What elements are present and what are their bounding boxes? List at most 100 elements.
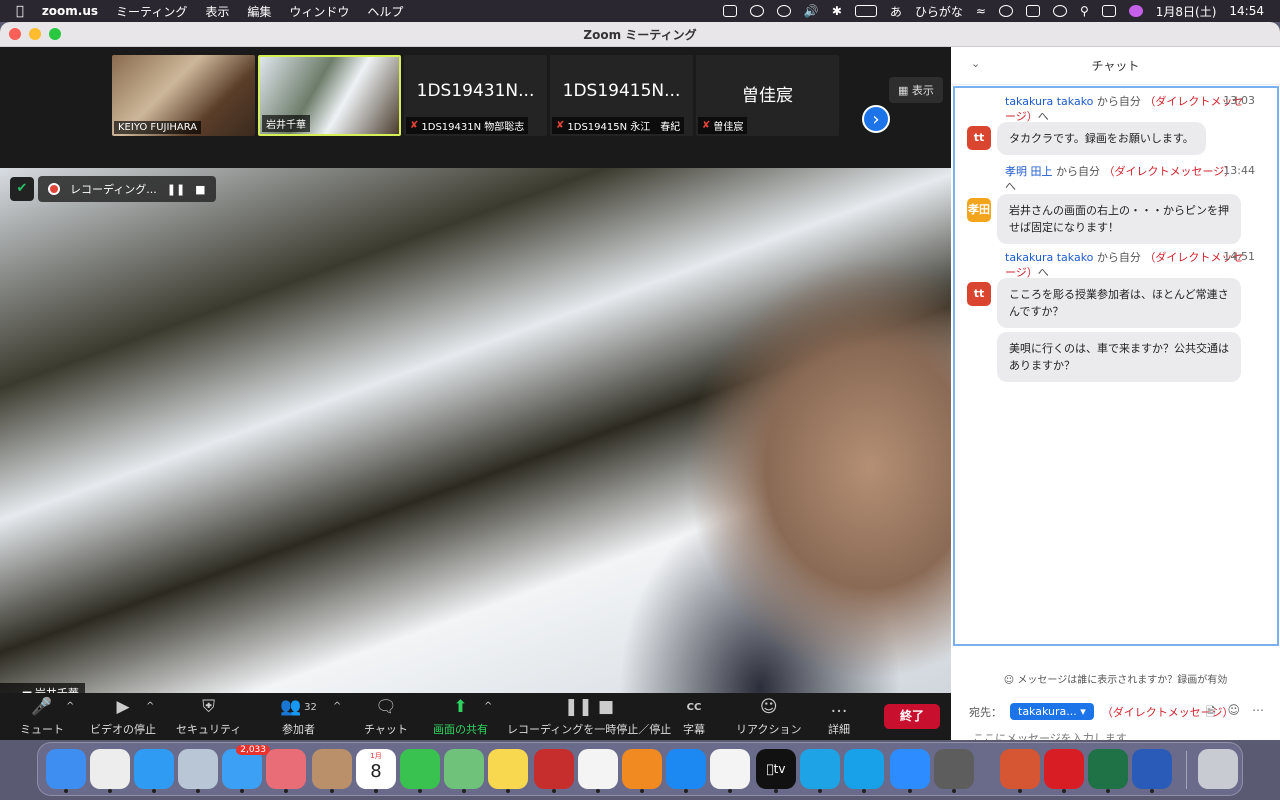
dock-screens-icon[interactable] xyxy=(90,749,130,793)
menu-app-name[interactable]: zoom.us xyxy=(42,4,98,18)
dock-books-icon[interactable] xyxy=(622,749,662,793)
menu-time[interactable]: 14:54 xyxy=(1229,4,1264,18)
participant-name: ✘ 曽佳宸 xyxy=(698,117,748,134)
emoji-icon[interactable]: ☺ xyxy=(1227,703,1240,724)
running-indicator xyxy=(462,789,466,793)
dock-maps-icon[interactable] xyxy=(444,749,484,793)
running-indicator xyxy=(374,789,378,793)
dock-launchpad-icon[interactable] xyxy=(266,749,306,793)
dock-reminders-icon[interactable] xyxy=(710,749,750,793)
menu-date[interactable]: 1月8日(土) xyxy=(1156,3,1217,20)
menu-view[interactable]: 表示 xyxy=(205,3,229,20)
security-shield-icon[interactable]: ✔ xyxy=(10,177,34,201)
menu-help[interactable]: ヘルプ xyxy=(367,3,403,20)
running-indicator xyxy=(330,789,334,793)
who-can-see-link[interactable]: ☺ メッセージは誰に表示されますか？録画が有効 xyxy=(951,671,1280,686)
dropbox-icon[interactable] xyxy=(749,5,764,17)
control-center-icon[interactable] xyxy=(1101,5,1116,17)
participant-display-name: 曽佳宸 xyxy=(742,86,793,106)
share-screen-icon: ⬆ xyxy=(453,697,468,717)
keyboard-icon[interactable] xyxy=(1025,5,1040,17)
main-video[interactable]: ✔ レコーディング... ❚❚ ■ ▂▃▅ 岩井千華 xyxy=(0,168,951,703)
view-button[interactable]: ▦ 表示 xyxy=(889,77,943,103)
message-sender[interactable]: takakura takako xyxy=(1005,95,1093,108)
dock-photos-icon[interactable] xyxy=(578,749,618,793)
participant-tile[interactable]: KEIYO FUJIHARA xyxy=(112,55,255,136)
dock-safari-icon[interactable] xyxy=(134,749,174,793)
pause-recording-icon[interactable]: ❚❚ xyxy=(167,183,185,196)
dock-skype-icon[interactable] xyxy=(800,749,840,793)
dock-preview-icon[interactable] xyxy=(178,749,218,793)
security-button[interactable]: ⛨ セキュリティ xyxy=(176,697,241,737)
participant-tile[interactable]: 曽佳宸 ✘ 曽佳宸 xyxy=(696,55,839,136)
end-meeting-button[interactable]: 終了 xyxy=(884,704,940,729)
wifi-icon[interactable]: ≈ xyxy=(976,4,986,18)
next-page-button[interactable]: › xyxy=(862,105,890,133)
chat-input[interactable]: ここにメッセージを入力します... xyxy=(973,730,1137,740)
message-sender[interactable]: takakura takako xyxy=(1005,251,1093,264)
dock-finder-icon[interactable] xyxy=(46,749,86,793)
spotlight-icon[interactable]: ⚲ xyxy=(1080,4,1089,18)
reactions-button[interactable]: ☺ リアクション xyxy=(736,697,801,737)
chat-button[interactable]: 🗨 チャット xyxy=(364,697,408,737)
dock-mail-icon[interactable]: 2,033 xyxy=(222,745,270,793)
recipient-select[interactable]: takakura... ▾ xyxy=(1010,703,1094,720)
muted-mic-icon: ✘ xyxy=(702,120,711,131)
dock-zoom-icon[interactable] xyxy=(890,749,930,793)
message-sender[interactable]: 孝明 田上 xyxy=(1005,165,1053,178)
video-options-caret[interactable]: ^ xyxy=(146,701,154,712)
dock-calendar-icon[interactable]: 1月 8 xyxy=(356,749,396,793)
participant-tile-active[interactable]: 岩井千華 xyxy=(258,55,401,136)
dock-trendmicro-icon[interactable] xyxy=(1044,749,1084,793)
share-options-caret[interactable]: ^ xyxy=(484,701,492,712)
ime-icon[interactable]: あ xyxy=(890,3,902,20)
dock-excel-icon[interactable] xyxy=(1088,749,1128,793)
participants-options-caret[interactable]: ^ xyxy=(333,701,341,712)
running-indicator xyxy=(418,789,422,793)
apple-icon[interactable]:  xyxy=(16,4,24,19)
running-indicator xyxy=(240,789,244,793)
dock-appletv-icon[interactable]: tv xyxy=(756,749,796,793)
vpn-icon[interactable] xyxy=(776,5,791,17)
more-icon[interactable]: ⋯ xyxy=(1252,703,1264,724)
recording-control-button[interactable]: ❚❚ ■ レコーディングを一時停止／停止 xyxy=(507,697,671,737)
more-button[interactable]: … 詳細 xyxy=(828,697,850,737)
participant-tile[interactable]: 1DS19431N... ✘ 1DS19431N 物部聡志 xyxy=(404,55,547,136)
dock-notes-icon[interactable] xyxy=(488,749,528,793)
dock-appstore-icon[interactable] xyxy=(666,749,706,793)
chevron-down-icon[interactable]: ⌄ xyxy=(971,57,980,70)
dock-keynote-icon[interactable] xyxy=(934,749,974,793)
running-indicator xyxy=(640,789,644,793)
dock-trash-icon[interactable] xyxy=(1198,749,1238,789)
siri-icon[interactable] xyxy=(1128,5,1143,17)
dock-messages-icon[interactable] xyxy=(400,749,440,793)
stop-recording-icon[interactable]: ■ xyxy=(195,183,205,196)
title-bar: Zoom ミーティング xyxy=(0,22,1280,47)
running-indicator xyxy=(196,789,200,793)
volume-icon[interactable]: 🔊 xyxy=(804,4,819,18)
grid-icon: ▦ xyxy=(898,84,909,97)
file-icon[interactable]: 🗎 xyxy=(1206,703,1216,724)
share-screen-button[interactable]: ⬆ 画面の共有 xyxy=(433,697,488,737)
dock-word-icon[interactable] xyxy=(1132,749,1172,793)
dock-powerpoint-icon[interactable] xyxy=(1000,749,1040,793)
ime-label[interactable]: ひらがな xyxy=(915,3,963,20)
captions-button[interactable]: CC 字幕 xyxy=(683,697,705,737)
muted-mic-icon: ✘ xyxy=(410,120,419,131)
mute-button[interactable]: 🎤 ミュート xyxy=(20,697,64,737)
dock-skype2-icon[interactable] xyxy=(844,749,884,793)
dock-contacts-icon[interactable] xyxy=(312,749,352,793)
user-icon[interactable] xyxy=(998,5,1013,17)
time-machine-icon[interactable] xyxy=(1052,5,1067,17)
menu-meeting[interactable]: ミーティング xyxy=(116,3,187,20)
mute-options-caret[interactable]: ^ xyxy=(66,701,74,712)
dock-photobooth-icon[interactable] xyxy=(534,749,574,793)
menu-edit[interactable]: 編集 xyxy=(247,3,271,20)
participant-tile[interactable]: 1DS19415N... ✘ 1DS19415N 永江 春紀 xyxy=(550,55,693,136)
bluetooth-icon[interactable]: ✱ xyxy=(832,4,842,18)
recipient-row: 宛先： takakura... ▾ （ダイレクトメッセージ） xyxy=(969,703,1234,720)
participants-button[interactable]: 👥 32 参加者 xyxy=(280,697,317,737)
menu-window[interactable]: ウィンドウ xyxy=(289,3,349,20)
battery-icon[interactable] xyxy=(854,5,877,17)
zoom-status-icon[interactable] xyxy=(722,5,737,17)
